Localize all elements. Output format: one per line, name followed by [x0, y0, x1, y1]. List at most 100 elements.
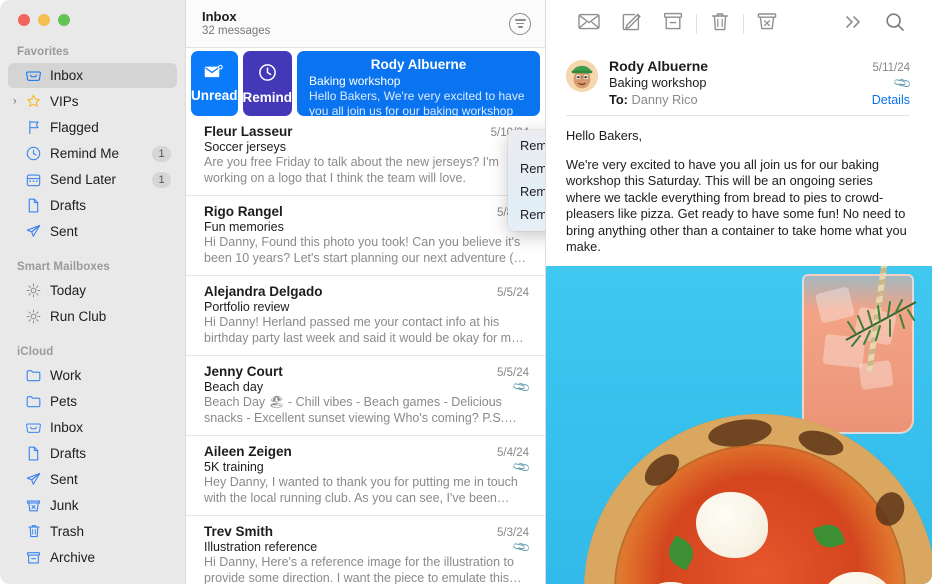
sidebar-item-flagged[interactable]: Flagged	[8, 115, 177, 140]
zoom-button[interactable]	[58, 14, 70, 26]
menu-item-remind-tomorrow[interactable]: Remind Me Tomorrow	[508, 180, 545, 203]
swiped-message-row: Unread Remind Rody Albuerne Baking works…	[186, 48, 545, 116]
to-value: Danny Rico	[631, 92, 698, 107]
junk-bin-icon	[25, 498, 42, 513]
paper-plane-icon	[25, 224, 42, 239]
sidebar-item-label: Send Later	[50, 172, 117, 187]
sidebar-section-icloud-title: iCloud	[17, 346, 54, 358]
message-list[interactable]: Unread Remind Rody Albuerne Baking works…	[186, 48, 545, 584]
mozzarella	[696, 491, 768, 558]
attached-image[interactable]	[546, 265, 932, 584]
sidebar-item-inbox[interactable]: Inbox	[8, 63, 177, 88]
selected-message-row[interactable]: Rody Albuerne Baking workshop Hello Bake…	[297, 51, 540, 116]
calendar-icon	[25, 172, 42, 187]
message-subject: 5K training	[204, 460, 264, 474]
message-preview: Are you free Friday to talk about the ne…	[204, 155, 499, 185]
gear-icon	[25, 309, 42, 324]
sidebar-item-icloud-inbox[interactable]: Inbox	[8, 415, 177, 440]
star-icon	[25, 94, 42, 109]
sidebar-item-archive[interactable]: Archive	[8, 545, 177, 570]
close-button[interactable]	[18, 14, 30, 26]
sidebar-item-run-club[interactable]: Run Club	[8, 304, 177, 329]
sidebar-item-icloud-drafts[interactable]: Drafts	[8, 441, 177, 466]
message-sender: Fleur Lasseur	[204, 124, 293, 139]
sidebar-item-work[interactable]: Work	[8, 363, 177, 388]
message-body: Hello Bakers, We're very excited to have…	[546, 116, 932, 266]
minimize-button[interactable]	[38, 14, 50, 26]
table-row[interactable]: Trev Smith 5/3/24 Illustration reference…	[186, 516, 545, 584]
message-subject: Fun memories	[204, 220, 284, 234]
menu-item-remind-1-hour[interactable]: Remind Me in 1 Hour	[508, 134, 545, 157]
window-traffic-lights	[0, 0, 185, 40]
flag-icon	[25, 120, 42, 135]
message-subject: Baking workshop	[609, 75, 707, 90]
trash-icon	[25, 524, 42, 539]
mailbox-heading: Inbox 32 messages	[202, 9, 509, 39]
filter-sort-icon[interactable]	[509, 12, 531, 35]
chevron-right-icon[interactable]: ›	[13, 96, 17, 107]
body-paragraph: We're very excited to have you all join …	[566, 156, 907, 255]
message-preview: Beach Day 🏖 - Chill vibes - Beach games …	[204, 395, 505, 425]
junk-bin-icon	[757, 12, 777, 36]
mark-unread-button[interactable]	[568, 9, 610, 39]
message-sender: Rody Albuerne	[370, 57, 467, 72]
sidebar-item-label: Work	[50, 368, 82, 383]
memoji-avatar	[566, 60, 598, 92]
message-date: 5/5/24	[497, 287, 529, 299]
sidebar-item-label: Sent	[50, 224, 78, 239]
table-row[interactable]: Jenny Court 5/5/24 Beach day 📎 Beach Day…	[186, 356, 545, 436]
message-sender: Alejandra Delgado	[204, 284, 323, 299]
message-sender: Aileen Zeigen	[204, 444, 292, 459]
menu-item-remind-later[interactable]: Remind Me Later...	[508, 203, 545, 226]
sidebar-item-remind-me[interactable]: Remind Me 1	[8, 141, 177, 166]
swipe-action-unread[interactable]: Unread	[191, 51, 238, 116]
sidebar-item-send-later[interactable]: Send Later 1	[8, 167, 177, 192]
archive-button[interactable]	[652, 9, 694, 39]
sidebar-item-icloud-sent[interactable]: Sent	[8, 467, 177, 492]
sidebar-item-pets[interactable]: Pets	[8, 389, 177, 414]
sidebar-item-trash[interactable]: Trash	[8, 519, 177, 544]
message-list-header: Inbox 32 messages	[186, 0, 545, 48]
sidebar-section-favorites-title: Favorites	[17, 46, 70, 58]
message-subject: Soccer jerseys	[204, 140, 286, 154]
sidebar-item-sent[interactable]: Sent	[8, 219, 177, 244]
mail-window: Favorites Inbox › VIPs Flagged Remind Me…	[0, 0, 932, 584]
inbox-tray-icon	[25, 420, 42, 435]
rosemary-sprig	[842, 294, 926, 354]
message-preview: Hey Danny, I wanted to thank you for put…	[204, 475, 518, 505]
page-title: Inbox	[202, 8, 237, 24]
remind-me-context-menu[interactable]: Remind Me in 1 Hour Remind Me Tonight Re…	[508, 130, 545, 231]
message-header-fields: Rody Albuerne 5/11/24 Baking workshop 📎 …	[609, 58, 913, 107]
sidebar-item-label: Run Club	[50, 309, 107, 324]
table-row[interactable]: Alejandra Delgado 5/5/24 Portfolio revie…	[186, 276, 545, 356]
search-icon	[885, 12, 905, 37]
document-icon	[25, 198, 42, 213]
compose-button[interactable]	[610, 9, 652, 39]
folder-icon	[25, 368, 42, 383]
search-button[interactable]	[874, 9, 916, 39]
table-row[interactable]: Fleur Lasseur 5/10/24 Soccer jerseys Are…	[186, 116, 545, 196]
message-preview: Hi Danny, Found this photo you took! Can…	[204, 235, 525, 265]
document-icon	[25, 446, 42, 461]
to-label: To:	[609, 92, 628, 107]
inbox-tray-icon	[25, 68, 42, 83]
message-list-pane: Inbox 32 messages Unread Remind Rody Alb…	[186, 0, 546, 584]
sidebar-item-junk[interactable]: Junk	[8, 493, 177, 518]
sidebar: Favorites Inbox › VIPs Flagged Remind Me…	[0, 0, 186, 584]
junk-button[interactable]	[746, 9, 788, 39]
swipe-action-label: Unread	[191, 88, 238, 103]
message-preview: Hello Bakers, We're very excited to have…	[309, 89, 525, 116]
details-link[interactable]: Details	[872, 93, 910, 107]
sidebar-item-today[interactable]: Today	[8, 278, 177, 303]
menu-item-remind-tonight[interactable]: Remind Me Tonight	[508, 157, 545, 180]
sidebar-item-drafts[interactable]: Drafts	[8, 193, 177, 218]
delete-button[interactable]	[699, 9, 741, 39]
sidebar-item-vips[interactable]: › VIPs	[8, 89, 177, 114]
reading-pane: Rody Albuerne 5/11/24 Baking workshop 📎 …	[546, 0, 932, 584]
toolbar-divider	[696, 14, 697, 34]
more-button[interactable]	[832, 9, 874, 39]
table-row[interactable]: Rigo Rangel 5/8/24 Fun memories 📎 Hi Dan…	[186, 196, 545, 276]
table-row[interactable]: Aileen Zeigen 5/4/24 5K training 📎 Hey D…	[186, 436, 545, 516]
message-sender: Jenny Court	[204, 364, 283, 379]
swipe-action-remind[interactable]: Remind	[242, 51, 293, 116]
